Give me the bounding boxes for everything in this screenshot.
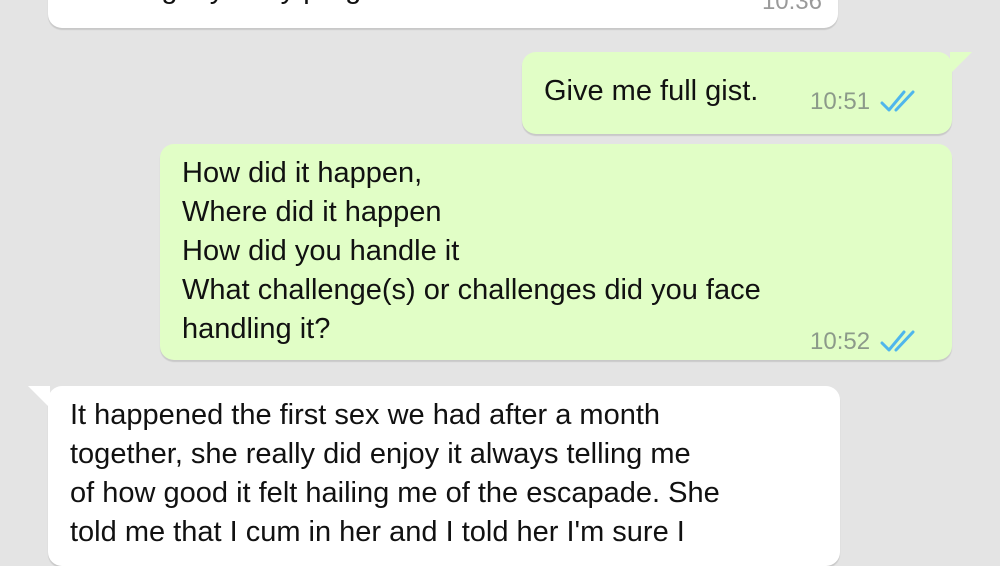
message-text: Getting my Lady pregnant. He mustn't kno… <box>84 0 654 9</box>
message-time: 10:52 <box>810 328 871 355</box>
message-meta: 10:36 <box>762 0 822 21</box>
message-time: 10:36 <box>761 0 822 15</box>
bubble-tail <box>28 386 50 408</box>
message-bubble-outgoing[interactable]: Give me full gist. 10:51 <box>522 52 972 134</box>
message-meta: 10:52 <box>810 322 922 361</box>
message-text: It happened the first sex we had after a… <box>70 399 720 548</box>
bubble-tail <box>950 52 972 74</box>
double-check-icon <box>880 89 922 115</box>
message-text: How did it happen, Where did it happen H… <box>182 157 761 345</box>
double-check-icon <box>880 329 922 355</box>
message-bubble-outgoing[interactable]: How did it happen, Where did it happen H… <box>160 144 952 360</box>
message-time: 10:51 <box>810 88 871 115</box>
message-bubble-incoming[interactable]: It happened the first sex we had after a… <box>28 386 840 566</box>
chat-conversation: Getting my Lady pregnant. He mustn't kno… <box>0 0 1000 566</box>
message-meta: 10:51 <box>810 82 922 121</box>
message-text: Give me full gist. <box>544 75 759 107</box>
message-bubble-incoming[interactable]: Getting my Lady pregnant. He mustn't kno… <box>48 0 838 28</box>
